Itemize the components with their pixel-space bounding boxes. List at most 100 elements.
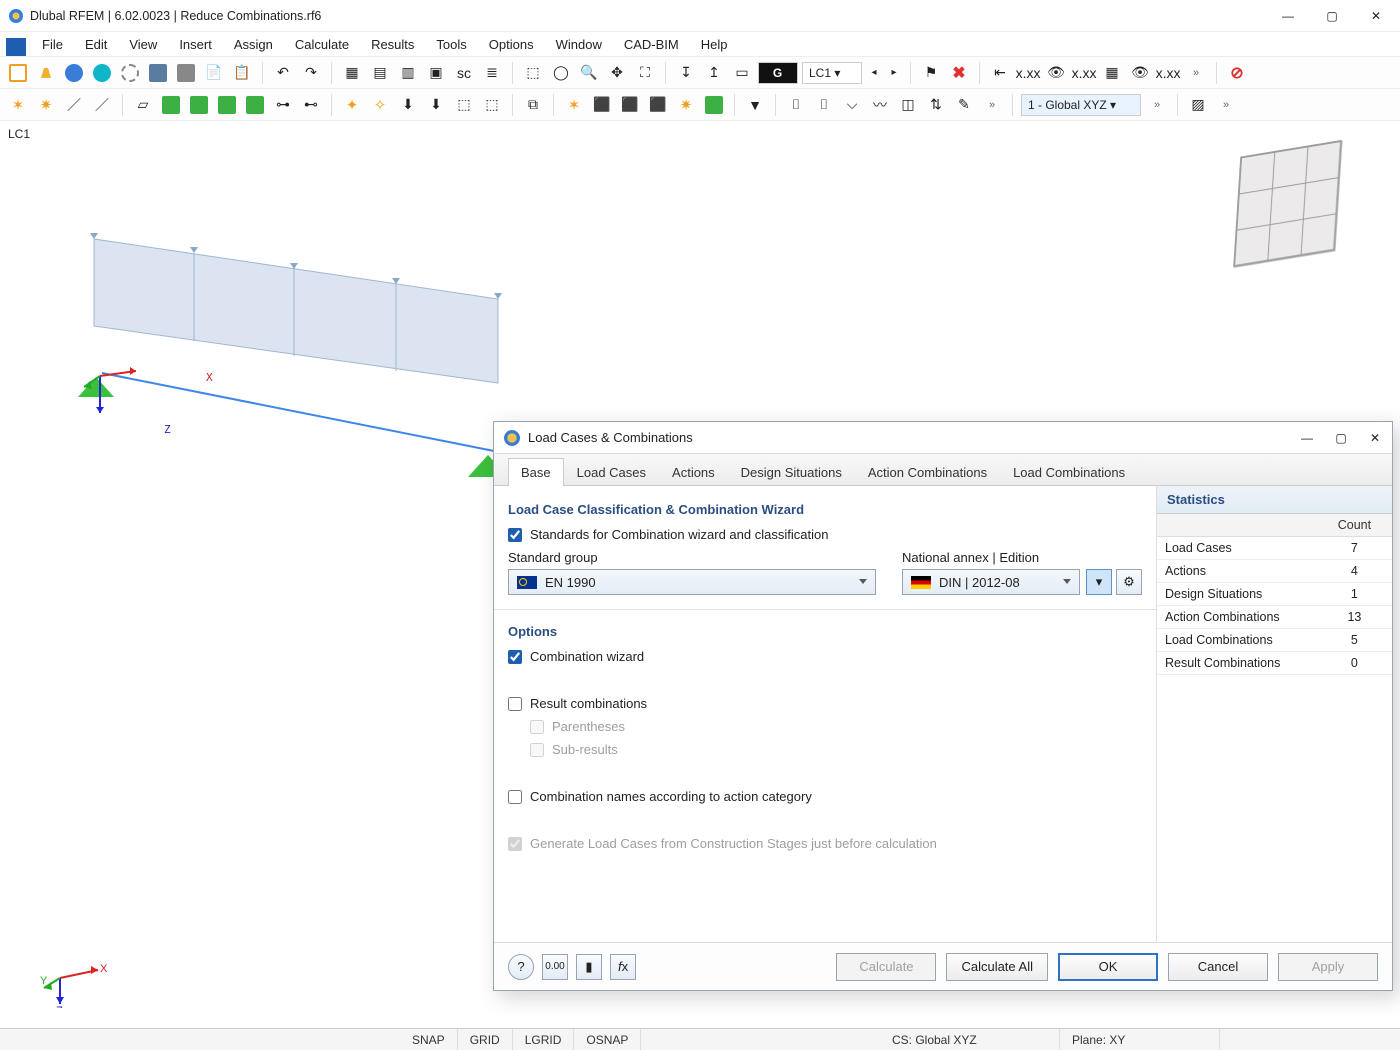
checkbox-result-combos-row[interactable]: Result combinations: [508, 696, 1142, 711]
menu-window[interactable]: Window: [546, 34, 612, 55]
cloud-icon[interactable]: [90, 61, 114, 85]
apply-button[interactable]: Apply: [1278, 953, 1378, 981]
cancel-action-icon[interactable]: ⊘: [1225, 61, 1249, 85]
member-icon[interactable]: ／: [62, 93, 86, 117]
sec1-icon[interactable]: ⌷: [784, 93, 808, 117]
viewport[interactable]: LC1 X Z X Y Z Load: [0, 120, 1400, 1028]
solid3-icon[interactable]: ⬛: [618, 93, 642, 117]
menu-calculate[interactable]: Calculate: [285, 34, 359, 55]
status-lgrid[interactable]: LGRID: [513, 1029, 575, 1050]
table-icon[interactable]: ▦: [340, 61, 364, 85]
dim2-icon[interactable]: x.xx: [1016, 61, 1040, 85]
select-standard-group[interactable]: EN 1990: [508, 569, 876, 595]
menu-insert[interactable]: Insert: [169, 34, 222, 55]
axis1-icon[interactable]: ↧: [674, 61, 698, 85]
delete-icon[interactable]: ✖: [947, 61, 971, 85]
status-snap[interactable]: SNAP: [400, 1029, 458, 1050]
solid1-icon[interactable]: ✶: [562, 93, 586, 117]
sec5-icon[interactable]: ◫: [896, 93, 920, 117]
checkbox-standards[interactable]: [508, 528, 522, 542]
tab-base[interactable]: Base: [508, 458, 564, 486]
tab-design-situations[interactable]: Design Situations: [728, 458, 855, 486]
solid5-icon[interactable]: ✷: [674, 93, 698, 117]
member2-icon[interactable]: ／: [90, 93, 114, 117]
dim3-icon[interactable]: 👁: [1044, 61, 1068, 85]
open-icon[interactable]: [34, 61, 58, 85]
status-grid[interactable]: GRID: [458, 1029, 513, 1050]
node2-icon[interactable]: ✷: [34, 93, 58, 117]
checkbox-combo-wizard-row[interactable]: Combination wizard: [508, 649, 1142, 664]
tab-load-cases[interactable]: Load Cases: [564, 458, 659, 486]
pan-icon[interactable]: ✥: [605, 61, 629, 85]
save-icon[interactable]: [146, 61, 170, 85]
navigation-cube[interactable]: [1233, 140, 1342, 267]
checkbox-combo-wizard[interactable]: [508, 650, 522, 664]
surface-icon[interactable]: ▱: [131, 93, 155, 117]
toolbar2-overflow[interactable]: »: [980, 93, 1004, 117]
solid4-icon[interactable]: ⬛: [646, 93, 670, 117]
support4-icon[interactable]: [243, 93, 267, 117]
table2-icon[interactable]: ▤: [368, 61, 392, 85]
dim5-icon[interactable]: 👁: [1128, 61, 1152, 85]
copy-icon[interactable]: 📄: [202, 61, 226, 85]
menu-tools[interactable]: Tools: [426, 34, 476, 55]
menu-results[interactable]: Results: [361, 34, 424, 55]
toolbar-overflow[interactable]: »: [1184, 61, 1208, 85]
dim6-icon[interactable]: x.xx: [1156, 61, 1180, 85]
support2-icon[interactable]: [187, 93, 211, 117]
console-icon[interactable]: ▣: [424, 61, 448, 85]
tab-actions[interactable]: Actions: [659, 458, 728, 486]
lasso-icon[interactable]: ◯: [549, 61, 573, 85]
menu-options[interactable]: Options: [479, 34, 544, 55]
sec4-icon[interactable]: 〰: [868, 93, 892, 117]
settings-icon[interactable]: [118, 61, 142, 85]
load3-icon[interactable]: ⬇︎: [396, 93, 420, 117]
load6-icon[interactable]: ⬚: [480, 93, 504, 117]
units-button[interactable]: 0.00: [542, 954, 568, 980]
support3-icon[interactable]: [215, 93, 239, 117]
redo-icon[interactable]: ↷: [299, 61, 323, 85]
refresh-icon[interactable]: [62, 61, 86, 85]
dialog-maximize-button[interactable]: ▢: [1334, 431, 1348, 445]
zoom-icon[interactable]: 🔍: [577, 61, 601, 85]
paste-icon[interactable]: 📋: [230, 61, 254, 85]
new-icon[interactable]: [6, 61, 30, 85]
script-icon[interactable]: sc: [452, 61, 476, 85]
grid-toggle-icon[interactable]: ▦: [1100, 61, 1124, 85]
annex-settings-button[interactable]: ⚙: [1116, 569, 1142, 595]
workplane-icon[interactable]: ▨: [1186, 93, 1210, 117]
select-icon[interactable]: ⬚: [521, 61, 545, 85]
hinge2-icon[interactable]: ⊷: [299, 93, 323, 117]
menu-view[interactable]: View: [119, 34, 167, 55]
load4-icon[interactable]: ⬇︎: [424, 93, 448, 117]
wp-overflow[interactable]: »: [1214, 93, 1238, 117]
status-osnap[interactable]: OSNAP: [574, 1029, 641, 1050]
menu-app-icon[interactable]: [6, 38, 26, 56]
table3-icon[interactable]: ▥: [396, 61, 420, 85]
select-national-annex[interactable]: DIN | 2012-08: [902, 569, 1080, 595]
axis2-icon[interactable]: ↥: [702, 61, 726, 85]
print-icon[interactable]: [174, 61, 198, 85]
checkbox-names-by-cat[interactable]: [508, 790, 522, 804]
checkbox-standards-row[interactable]: Standards for Combination wizard and cla…: [508, 527, 1142, 542]
checkbox-names-by-cat-row[interactable]: Combination names according to action ca…: [508, 789, 1142, 804]
dim1-icon[interactable]: ⇤: [988, 61, 1012, 85]
menu-edit[interactable]: Edit: [75, 34, 117, 55]
menu-assign[interactable]: Assign: [224, 34, 283, 55]
dialog-close-button[interactable]: ✕: [1368, 431, 1382, 445]
node-icon[interactable]: ✶: [6, 93, 30, 117]
filter-icon[interactable]: ▼: [743, 93, 767, 117]
minimize-button[interactable]: ―: [1280, 9, 1296, 23]
sec2-icon[interactable]: ⌷: [812, 93, 836, 117]
checkbox-result-combos[interactable]: [508, 697, 522, 711]
load2-icon[interactable]: ✧: [368, 93, 392, 117]
help-button[interactable]: ?: [508, 954, 534, 980]
solid2-icon[interactable]: ⬛: [590, 93, 614, 117]
menu-cadbim[interactable]: CAD-BIM: [614, 34, 689, 55]
load5-icon[interactable]: ⬚: [452, 93, 476, 117]
lc-select[interactable]: LC1 ▾: [802, 62, 862, 84]
cs-overflow[interactable]: »: [1145, 93, 1169, 117]
list-icon[interactable]: ≣: [480, 61, 504, 85]
hinge-icon[interactable]: ⊶: [271, 93, 295, 117]
sec3-icon[interactable]: ⌵: [840, 93, 864, 117]
